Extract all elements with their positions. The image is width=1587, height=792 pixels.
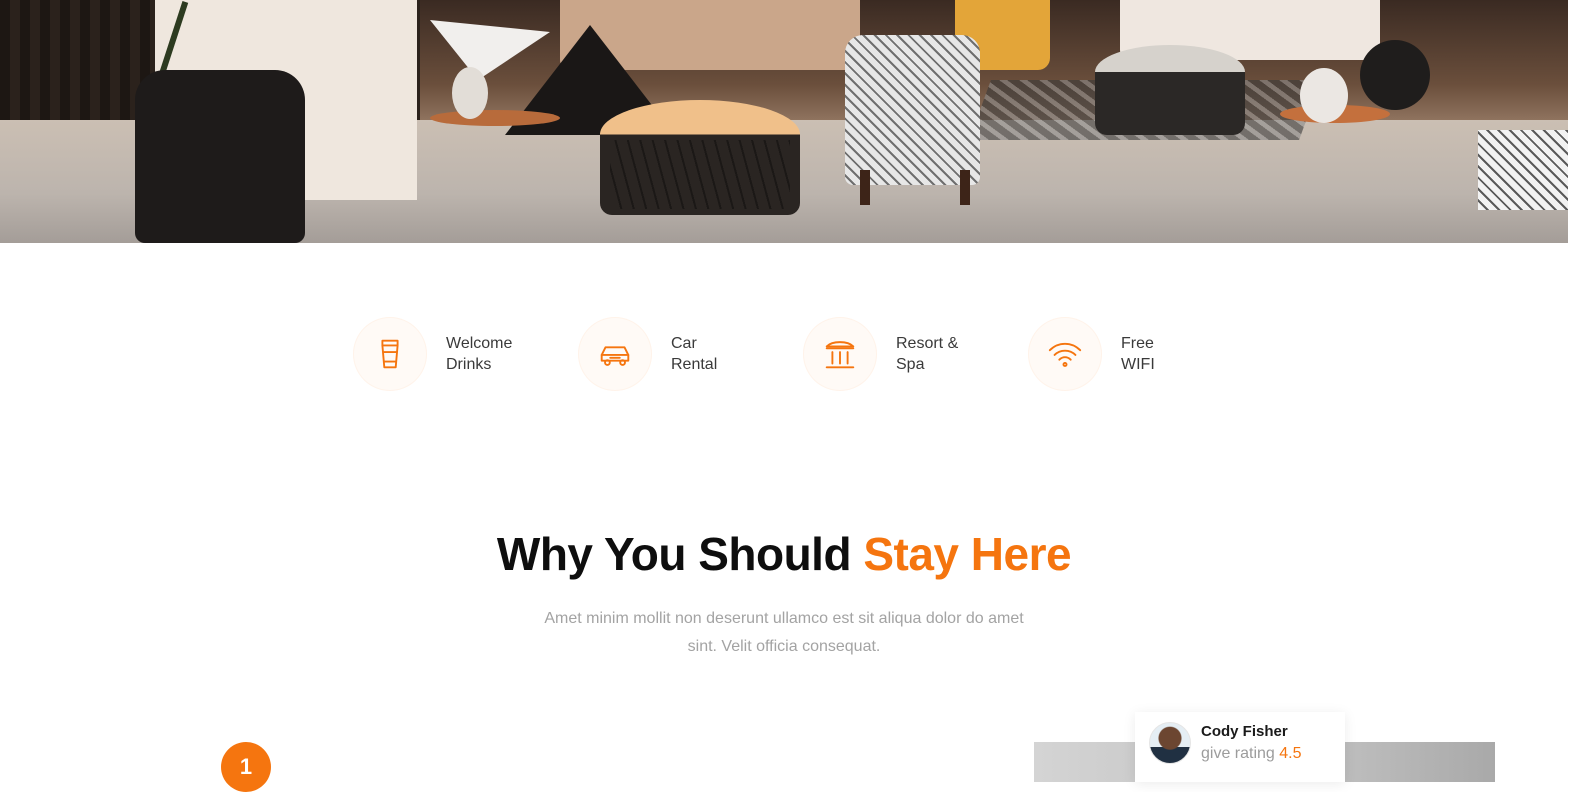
amenity-icon-circle [578,317,652,391]
amenity-label-line1: Free [1121,335,1154,352]
rating-value: 4.5 [1279,745,1302,762]
section-title-main: Why You Should [496,528,864,580]
hero-armchair-legs [860,170,970,205]
review-card: Cody Fisher give rating 4.5 [1135,712,1345,782]
step-number-badge: 1 [221,742,271,792]
hero-vase-right [1300,68,1348,123]
hero-side-table-left [430,110,560,126]
section-title: Why You Should Stay Here [0,527,1568,581]
amenity-icon-circle [353,317,427,391]
amenity-label-line2: Rental [671,356,718,373]
hero-lobby-image [0,0,1568,243]
amenity-label-line2: WIFI [1121,356,1155,373]
amenity-label: Car Rental [671,333,761,375]
hero-ottoman [600,100,800,215]
amenity-free-wifi: Free WIFI [1028,317,1211,391]
hero-plant-pot [135,70,305,243]
avatar [1149,722,1191,764]
amenity-label-line1: Resort & [896,335,959,352]
amenity-icon-circle [803,317,877,391]
amenity-label-line1: Car [671,335,697,352]
amenity-car-rental: Car Rental [578,317,761,391]
reviewer-name: Cody Fisher [1201,723,1288,740]
spa-building-icon [825,341,855,369]
rating-line: give rating 4.5 [1201,745,1302,763]
hero-pattern-armchair [845,35,980,185]
hero-pattern-chair-edge [1478,130,1568,210]
hero-vase-left [452,67,488,119]
amenity-icon-circle [1028,317,1102,391]
hero-ottoman-right [1095,45,1245,135]
amenity-label: Welcome Drinks [446,333,536,375]
car-icon [600,346,630,366]
rating-prefix: give rating [1201,745,1280,762]
amenity-label-line2: Drinks [446,356,492,373]
wifi-icon [1048,342,1082,367]
hero-right-chair [1360,40,1430,110]
amenity-label: Free WIFI [1121,333,1211,375]
amenity-label-line1: Welcome [446,335,513,352]
amenity-label: Resort & Spa [896,333,986,375]
amenity-resort-spa: Resort & Spa [803,317,986,391]
hero-white-chair [430,20,550,80]
section-subtitle: Amet minim mollit non deserunt ullamco e… [544,610,1024,655]
amenity-label-line2: Spa [896,356,925,373]
drink-cup-icon [381,339,399,369]
section-title-accent: Stay Here [863,528,1072,580]
amenity-welcome-drinks: Welcome Drinks [353,317,536,391]
